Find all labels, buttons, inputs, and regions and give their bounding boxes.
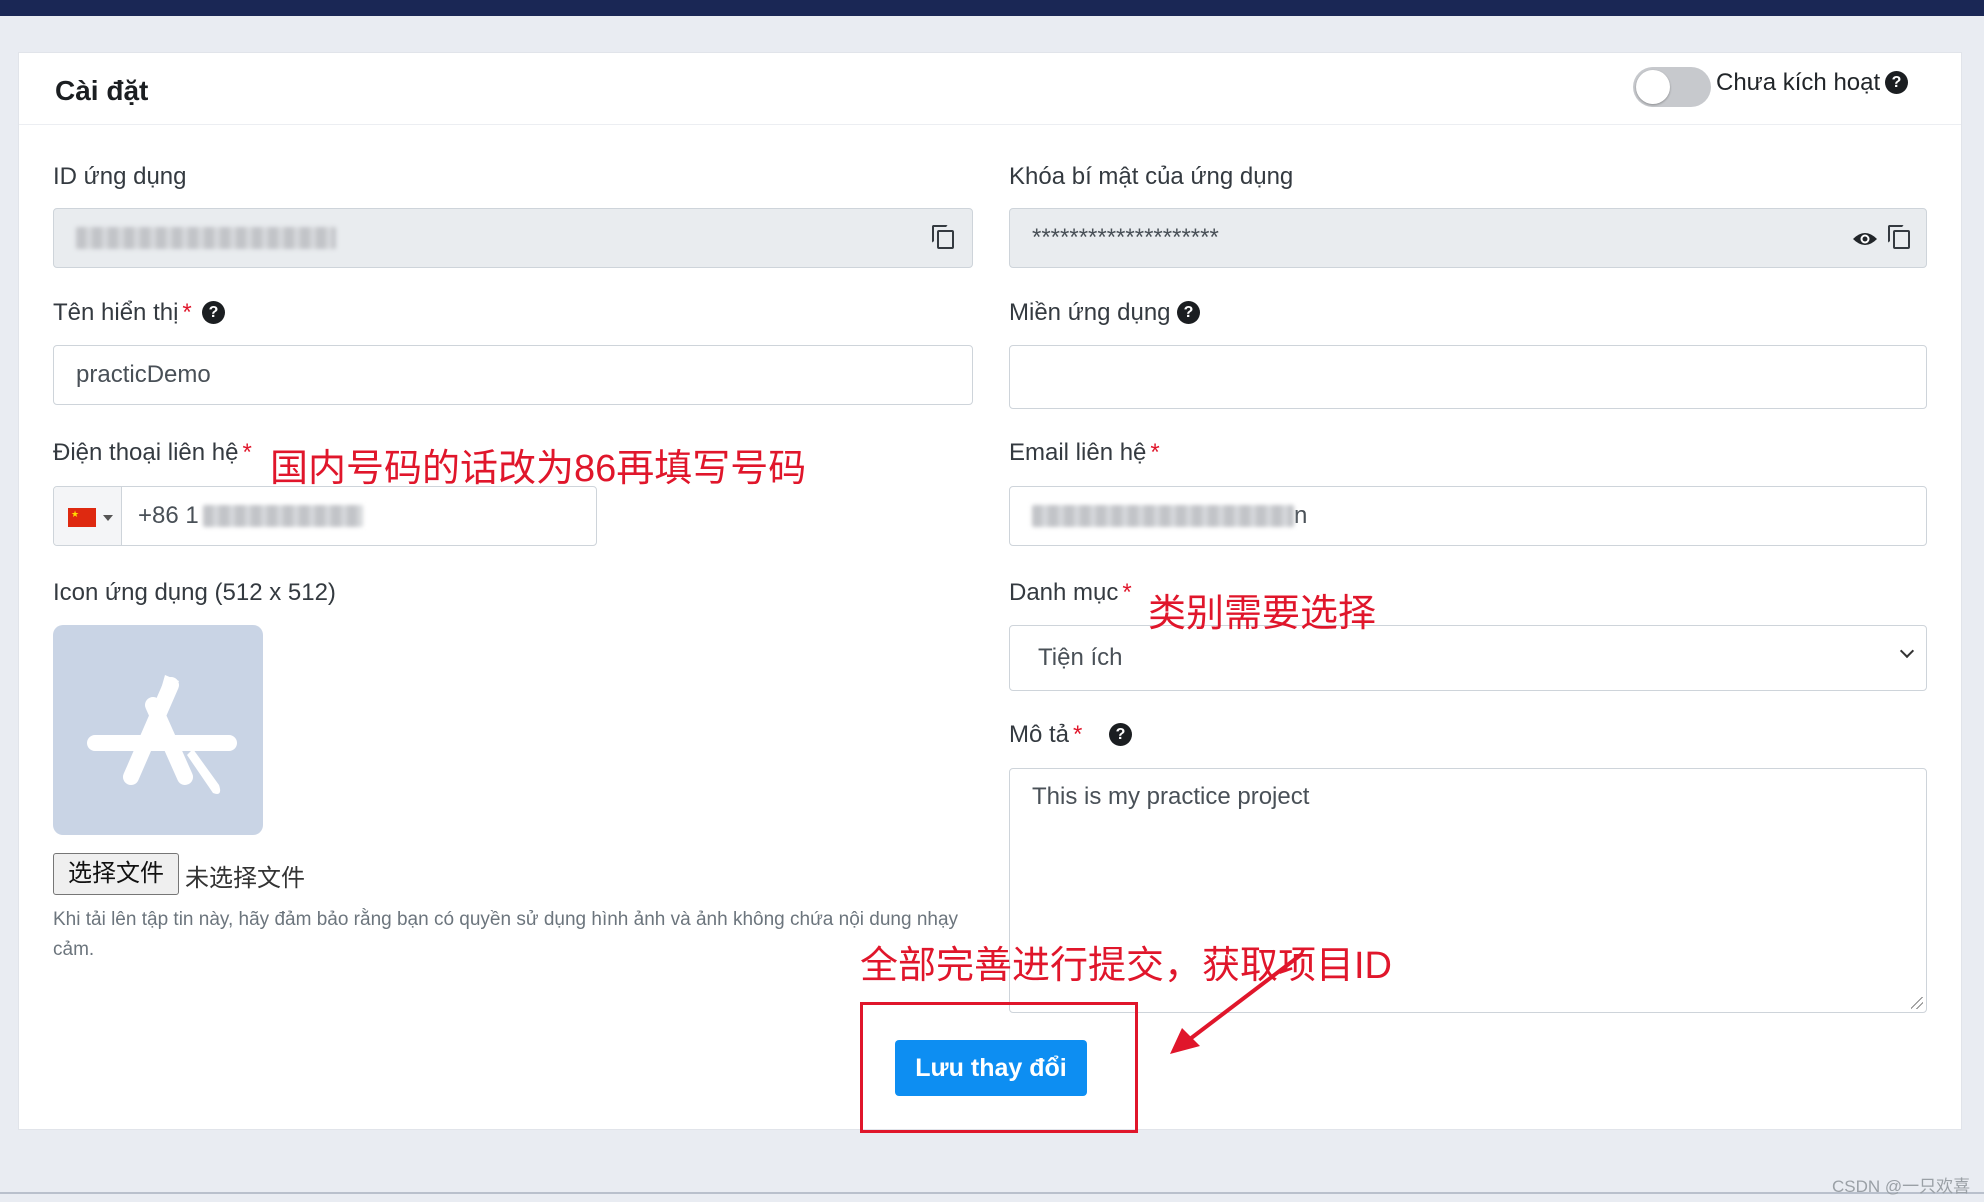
copy-icon[interactable] xyxy=(1888,225,1910,249)
chevron-down-icon xyxy=(1899,643,1915,659)
display-name-value: practicDemo xyxy=(76,361,211,388)
activation-status-label: Chưa kích hoạt xyxy=(1716,69,1881,96)
app-icon-preview xyxy=(53,625,263,835)
activation-toggle[interactable] xyxy=(1633,67,1711,107)
email-input[interactable]: n xyxy=(1009,486,1927,546)
email-label-text: Email liên hệ xyxy=(1009,439,1147,466)
category-label-text: Danh mục xyxy=(1009,579,1119,606)
app-store-placeholder-icon xyxy=(87,675,237,794)
country-code-selector[interactable]: ★ xyxy=(54,487,122,545)
toggle-knob xyxy=(1636,70,1670,104)
caret-down-icon xyxy=(103,515,113,521)
required-mark: * xyxy=(1122,579,1132,606)
upload-hint: Khi tải lên tập tin này, hãy đảm bảo rằn… xyxy=(53,909,959,960)
submit-annotation: 全部完善进行提交，获取项目ID xyxy=(860,945,1393,987)
page-divider xyxy=(0,1192,1984,1194)
description-label-text: Mô tả xyxy=(1009,721,1070,748)
description-label: Mô tả * xyxy=(1009,721,1082,749)
app-icon-label: Icon ứng dụng (512 x 512) xyxy=(53,579,336,606)
eye-icon[interactable] xyxy=(1852,231,1878,247)
domain-input[interactable] xyxy=(1009,345,1927,409)
copy-icon[interactable] xyxy=(932,225,954,249)
resize-handle[interactable] xyxy=(1911,997,1923,1009)
category-select[interactable]: Tiện ích xyxy=(1009,625,1927,691)
required-mark: * xyxy=(1073,721,1083,748)
email-suffix: n xyxy=(1294,502,1308,529)
top-navbar xyxy=(0,0,1984,16)
display-name-label-text: Tên hiển thị xyxy=(53,299,179,326)
category-annotation: 类别需要选择 xyxy=(1148,593,1377,635)
app-secret-label: Khóa bí mật của ứng dụng xyxy=(1009,163,1294,190)
file-status: 未选择文件 xyxy=(185,865,305,892)
choose-file-button[interactable]: 选择文件 xyxy=(53,853,179,895)
category-selected-value: Tiện ích xyxy=(1038,644,1123,671)
app-id-field[interactable] xyxy=(53,208,973,268)
activation-help-icon[interactable]: ? xyxy=(1885,71,1908,94)
domain-label: Miền ứng dụng xyxy=(1009,299,1171,326)
phone-input[interactable]: ★ +86 1 xyxy=(53,486,597,546)
app-secret-value: ******************** xyxy=(1032,224,1219,251)
phone-annotation: 国内号码的话改为86再填写号码 xyxy=(270,448,807,490)
email-label: Email liên hệ * xyxy=(1009,439,1160,467)
description-help-icon[interactable]: ? xyxy=(1109,723,1132,746)
page-title: Cài đặt xyxy=(55,75,149,106)
display-name-help-icon[interactable]: ? xyxy=(202,301,225,324)
description-value: This is my practice project xyxy=(1032,783,1310,810)
phone-prefix: +86 1 xyxy=(138,502,199,529)
required-mark: * xyxy=(242,439,252,466)
app-id-value-redacted xyxy=(76,227,336,249)
phone-label-text: Điện thoại liên hệ xyxy=(53,439,239,466)
phone-label: Điện thoại liên hệ * xyxy=(53,439,252,467)
annotation-arrow-icon xyxy=(1170,952,1304,1054)
email-value-redacted xyxy=(1032,505,1294,527)
required-mark: * xyxy=(182,299,192,326)
domain-help-icon[interactable]: ? xyxy=(1177,301,1200,324)
phone-number-redacted xyxy=(202,505,363,527)
app-secret-field[interactable]: ******************** xyxy=(1009,208,1927,268)
watermark: CSDN @一只欢喜 xyxy=(1832,1177,1971,1196)
china-flag-icon: ★ xyxy=(68,508,96,527)
card-header: Cài đặt Chưa kích hoạt ? xyxy=(19,53,1961,125)
app-id-label: ID ứng dụng xyxy=(53,163,187,190)
annotation-highlight-box xyxy=(860,1002,1138,1133)
display-name-input[interactable]: practicDemo xyxy=(53,345,973,405)
display-name-label: Tên hiển thị * xyxy=(53,299,192,327)
required-mark: * xyxy=(1150,439,1160,466)
category-label: Danh mục * xyxy=(1009,579,1132,607)
